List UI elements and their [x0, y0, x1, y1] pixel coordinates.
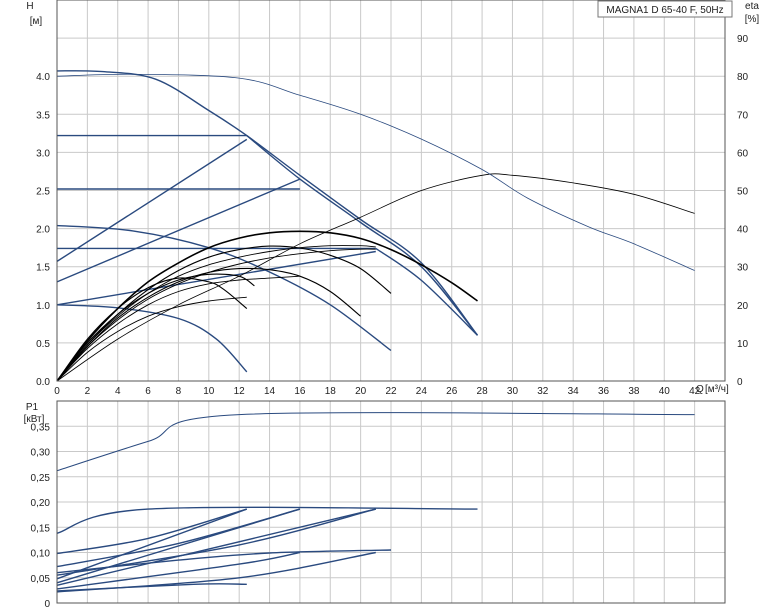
top-curves [56, 70, 695, 382]
y-tick-label: 2.0 [36, 225, 50, 236]
x-tick-label: 24 [416, 386, 428, 397]
y2-tick-label: 40 [737, 225, 749, 236]
top-grid [57, 0, 725, 381]
x-tick-label: 4 [115, 386, 121, 397]
x-tick-label: 36 [598, 386, 610, 397]
x-tick-label: 38 [628, 386, 640, 397]
pump-curve-chart: 0 2 4 6 8 10 12 14 16 18 20 22 24 26 28 30 32 34 36 38 40 42 … [24, 0, 759, 610]
x-axis-label: Q [696, 384, 704, 395]
power-y-tick-label: 0,10 [31, 549, 51, 560]
x-tick-label: 8 [176, 386, 182, 397]
y2-tick-label: 30 [737, 263, 749, 274]
efficiency-curve [56, 248, 376, 382]
x-tick-label: 10 [203, 386, 215, 397]
y2-tick-labels: 0 10 20 30 40 50 60 70 80 90 [737, 34, 749, 388]
y-axis-unit: [м] [30, 16, 43, 27]
y-tick-label: 3.5 [36, 110, 50, 121]
y2-tick-label: 80 [737, 72, 749, 83]
head-efficiency-panel: 0 2 4 6 8 10 12 14 16 18 20 22 24 26 28 30 32 34 36 38 40 42 … [26, 0, 759, 397]
x-tick-label: 16 [294, 386, 306, 397]
x-axis-unit: [м³/ч] [705, 384, 729, 395]
efficiency-curve [56, 296, 247, 382]
x-tick-label: 34 [568, 386, 580, 397]
power-axis-label: P1 [26, 402, 39, 413]
y-tick-label: 2.5 [36, 187, 50, 198]
x-tick-label: 14 [264, 386, 276, 397]
x-tick-label: 32 [537, 386, 549, 397]
y2-tick-label: 90 [737, 34, 749, 45]
y-tick-label: 4.0 [36, 72, 50, 83]
y-tick-label: 0.5 [36, 339, 50, 350]
power-y-tick-label: 0,30 [31, 448, 51, 459]
x-tick-label: 12 [234, 386, 246, 397]
x-tick-label: 28 [477, 386, 489, 397]
x-tick-label: 40 [659, 386, 671, 397]
y2-tick-label: 20 [737, 301, 749, 312]
y2-axis-label: eta [745, 1, 759, 12]
control-curve [246, 135, 479, 336]
x-tick-label: 18 [325, 386, 337, 397]
y2-tick-label: 60 [737, 148, 749, 159]
x-tick-label: 0 [54, 386, 60, 397]
y2-tick-label: 70 [737, 110, 749, 121]
efficiency-curve [56, 277, 248, 382]
y2-tick-label: 50 [737, 187, 749, 198]
y-tick-labels: 0.0 0.5 1.0 1.5 2.0 2.5 3.0 3.5 4.0 [36, 72, 50, 388]
y2-axis-unit: [%] [745, 14, 760, 25]
control-curve [56, 138, 248, 262]
x-tick-label: 22 [385, 386, 397, 397]
x-tick-label: 2 [85, 386, 91, 397]
x-tick-label: 26 [446, 386, 458, 397]
y-tick-label: 1.5 [36, 263, 50, 274]
y-tick-label: 3.0 [36, 148, 50, 159]
efficiency-curve [56, 245, 376, 382]
power-curve [56, 506, 478, 534]
head-curve [56, 70, 479, 336]
power-y-tick-label: 0,20 [31, 498, 51, 509]
bottom-grid [57, 401, 725, 603]
chart-title: MAGNA1 D 65-40 F, 50Hz [606, 5, 723, 16]
power-curve [56, 549, 392, 574]
power-y-tick-label: 0,25 [31, 473, 51, 484]
power-y-tick-labels: 00,050,100,150,200,250,300,35 [31, 422, 51, 610]
x-tick-label: 30 [507, 386, 519, 397]
y2-tick-label: 0 [737, 377, 743, 388]
power-panel: 00,050,100,150,200,250,300,35 P1 [кВт] [24, 400, 726, 610]
y-tick-label: 1.0 [36, 301, 50, 312]
x-tick-label: 20 [355, 386, 367, 397]
power-y-tick-label: 0,15 [31, 523, 51, 534]
y-axis-label: H [26, 1, 33, 12]
power-curve [56, 412, 695, 472]
y-tick-label: 0.0 [36, 377, 50, 388]
x-tick-labels: 0 2 4 6 8 10 12 14 16 18 20 22 24 26 28 30 32 34 36 38 40 42 [54, 386, 700, 397]
control-curve [56, 250, 376, 306]
efficiency-curve [56, 173, 695, 382]
y2-tick-label: 10 [737, 339, 749, 350]
power-y-tick-label: 0,05 [31, 574, 51, 585]
x-tick-label: 6 [145, 386, 151, 397]
power-y-tick-label: 0 [44, 599, 50, 610]
power-axis-unit: [кВт] [24, 414, 45, 425]
